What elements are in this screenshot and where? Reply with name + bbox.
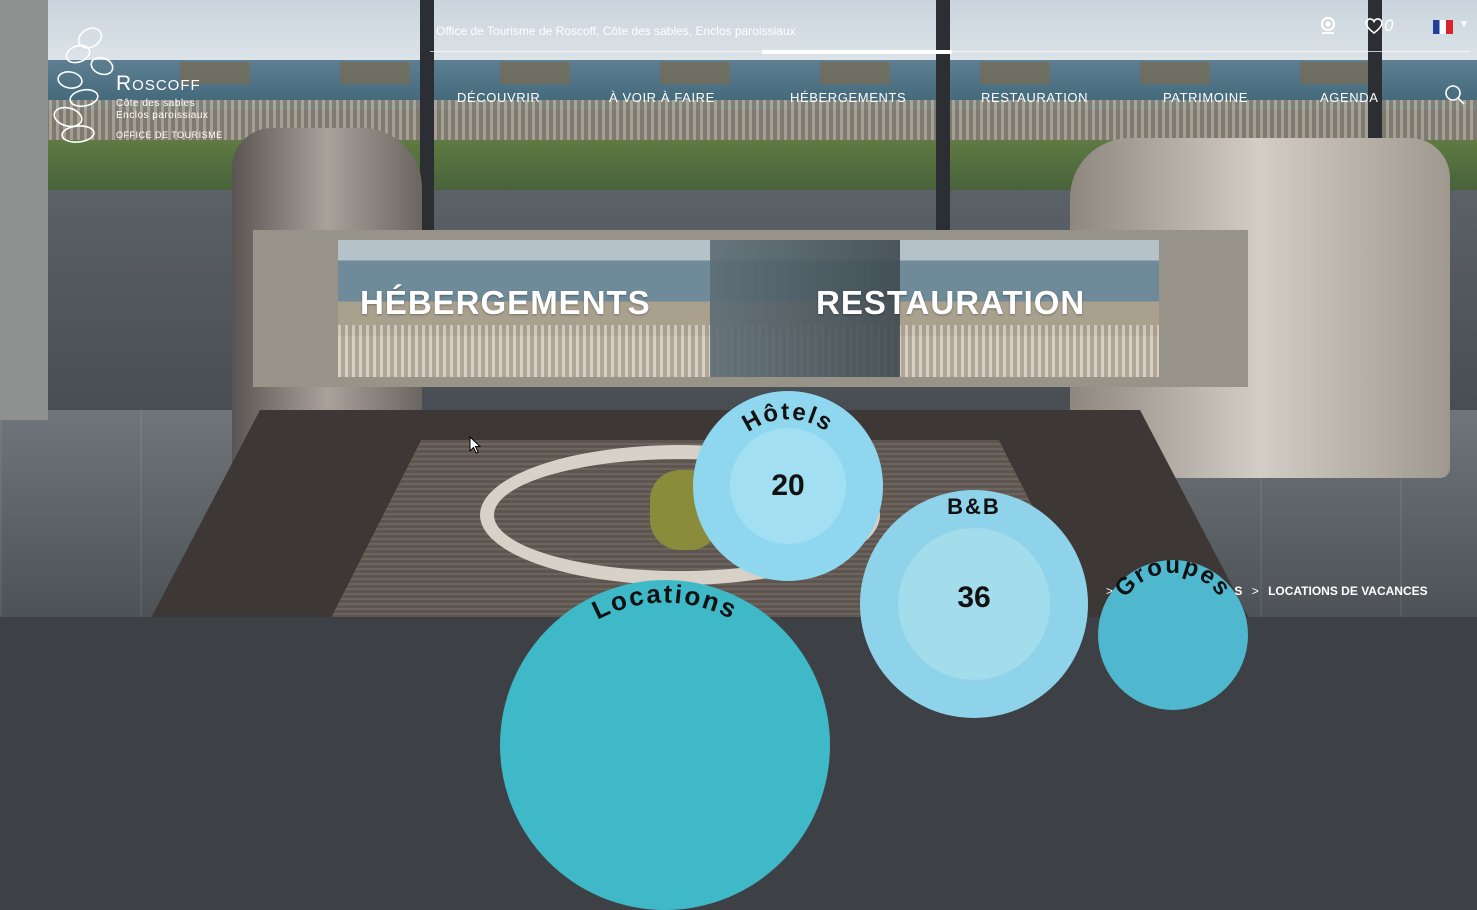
svg-text:Hôtels: Hôtels bbox=[738, 398, 839, 437]
nav-item-hebergements[interactable]: HÉBERGEMENTS bbox=[790, 90, 906, 105]
svg-text:Locations: Locations bbox=[587, 580, 743, 625]
nav-item-agenda[interactable]: AGENDA bbox=[1320, 90, 1379, 105]
logo-subtitle-1: Côte des sables bbox=[116, 98, 196, 109]
hotels-title: Hôtels bbox=[738, 398, 837, 437]
hotels-count: 20 bbox=[771, 469, 805, 502]
logo-subtitle-3: OFFICE DE TOURISME bbox=[116, 130, 223, 140]
bnb-bubble[interactable]: B&B 36 bbox=[860, 490, 1088, 718]
site-logo[interactable]: Roscoff Côte des sables Enclos paroissia… bbox=[48, 22, 248, 152]
nav-item-decouvrir[interactable]: DÉCOUVRIR bbox=[457, 90, 540, 105]
nav-item-restauration[interactable]: RESTAURATION bbox=[981, 90, 1088, 105]
locations-title: Locations bbox=[587, 580, 741, 625]
nav-item-patrimoine[interactable]: PATRIMOINE bbox=[1163, 90, 1248, 105]
bnb-title: B&B bbox=[947, 494, 1001, 519]
zoomed-nav-banner: HÉBERGEMENTS RESTAURATION bbox=[253, 230, 1248, 387]
breadcrumb-current: LOCATIONS DE VACANCES bbox=[1268, 584, 1428, 598]
groups-bubble[interactable]: Groupes bbox=[1098, 560, 1248, 710]
bnb-count: 36 bbox=[957, 581, 991, 614]
favorites-button[interactable]: 0 bbox=[1364, 16, 1393, 36]
logo-subtitle-2: Enclos paroissiaux bbox=[116, 110, 209, 121]
favorites-count: 0 bbox=[1384, 16, 1394, 35]
heart-icon bbox=[1365, 18, 1383, 35]
mouse-cursor-icon bbox=[469, 435, 483, 461]
language-flag-icon[interactable] bbox=[1433, 20, 1453, 34]
chevron-down-icon[interactable]: ▼ bbox=[1459, 19, 1469, 30]
logo-leaves-icon bbox=[53, 27, 114, 143]
account-icon[interactable] bbox=[1318, 16, 1338, 42]
svg-text:Groupes: Groupes bbox=[1109, 560, 1237, 602]
hotels-bubble[interactable]: Hôtels 20 bbox=[693, 391, 883, 581]
breadcrumb-separator: > bbox=[1251, 584, 1259, 598]
topbar-highlight bbox=[762, 50, 952, 54]
locations-bubble[interactable]: Locations bbox=[500, 580, 830, 910]
nav-item-a-voir-a-faire[interactable]: À VOIR À FAIRE bbox=[609, 90, 715, 105]
groups-title: Groupes bbox=[1109, 560, 1235, 602]
logo-title: Roscoff bbox=[116, 72, 201, 95]
banner-hebergements-label[interactable]: HÉBERGEMENTS bbox=[360, 284, 651, 322]
banner-restauration-label[interactable]: RESTAURATION bbox=[816, 284, 1085, 322]
office-title: Office de Tourisme de Roscoff, Côte des … bbox=[436, 24, 796, 38]
search-icon[interactable] bbox=[1444, 84, 1466, 111]
